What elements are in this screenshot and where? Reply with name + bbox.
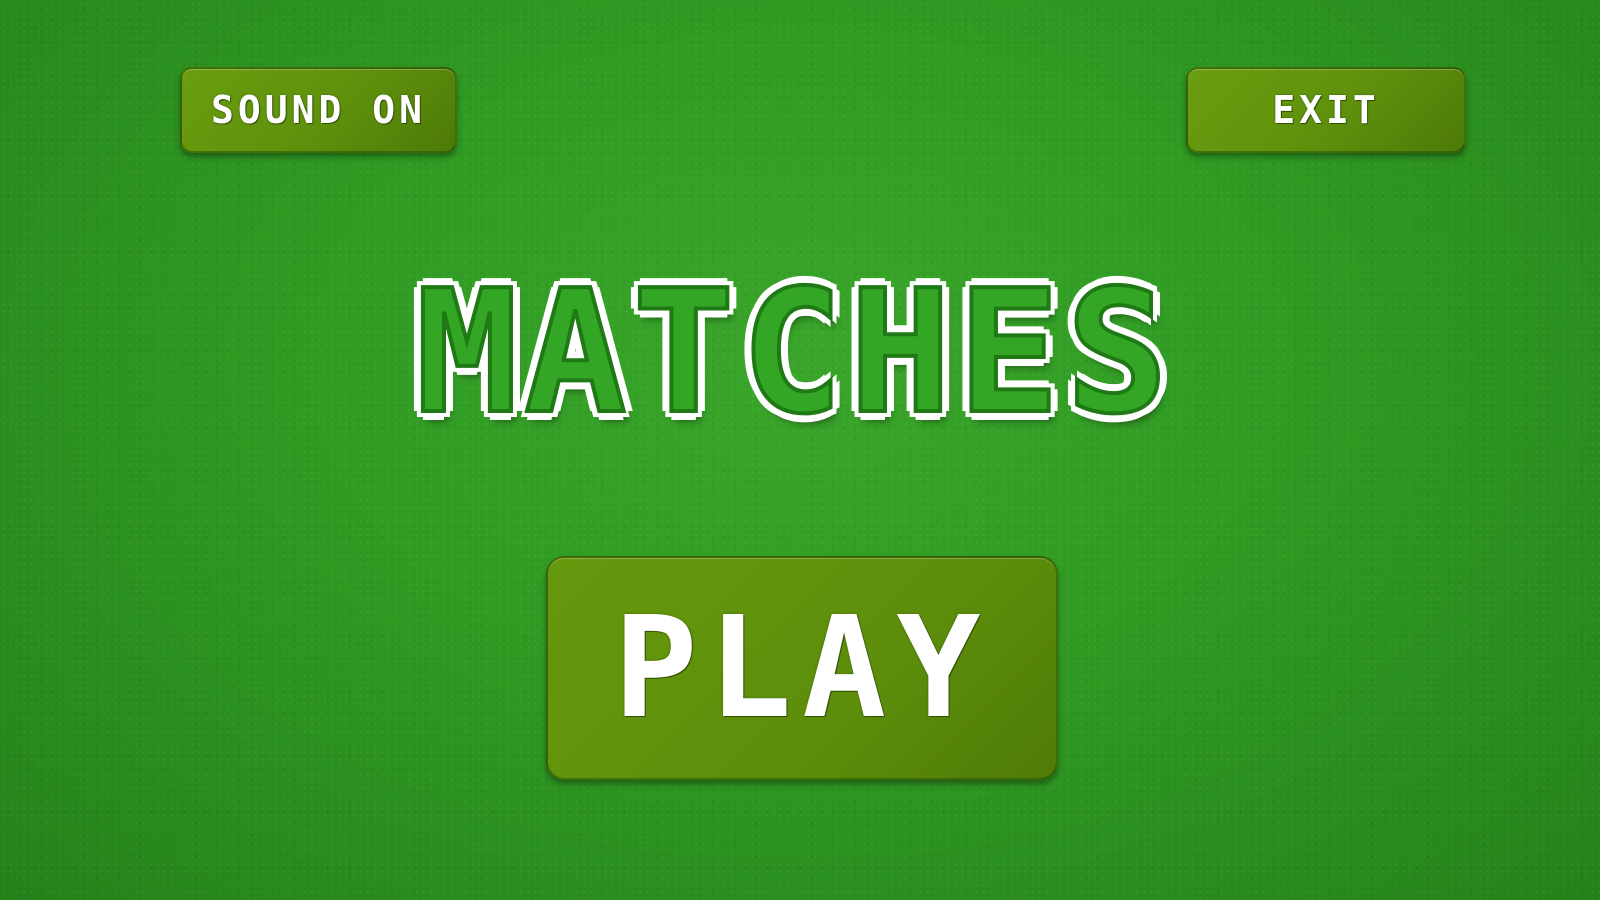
play-button[interactable]: PLAY (546, 556, 1058, 780)
game-title: MATCHES (414, 252, 1175, 454)
sound-toggle-button[interactable]: SOUND ON (180, 67, 457, 153)
exit-button[interactable]: EXIT (1186, 67, 1466, 153)
